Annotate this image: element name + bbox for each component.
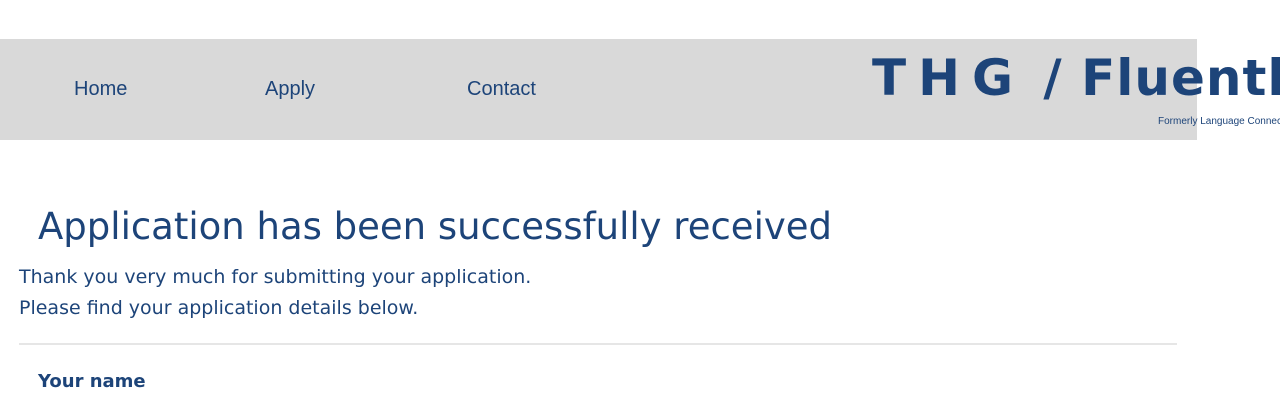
thank-you-text: Thank you very much for submitting your … [19,266,532,288]
page-title: Application has been successfully receiv… [38,205,833,248]
logo-brand-left: THG [872,50,1025,107]
nav-link-apply[interactable]: Apply [265,78,315,101]
logo-subtitle: Formerly Language Connect [1158,116,1280,127]
nav-link-contact[interactable]: Contact [467,78,536,101]
details-intro-text: Please find your application details bel… [19,297,419,319]
field-label-your-name: Your name [38,371,146,392]
logo-brand-right: Fluently [1081,50,1280,107]
section-divider [19,343,1177,345]
logo-separator: / [1043,50,1063,107]
nav-link-home[interactable]: Home [74,78,127,101]
thg-fluently-logo[interactable]: THG / Fluently Formerly Language Connect [872,50,1280,130]
logo-wordmark: THG / Fluently [872,50,1280,106]
page: Home Apply Contact THG / Fluently Former… [0,0,1280,407]
